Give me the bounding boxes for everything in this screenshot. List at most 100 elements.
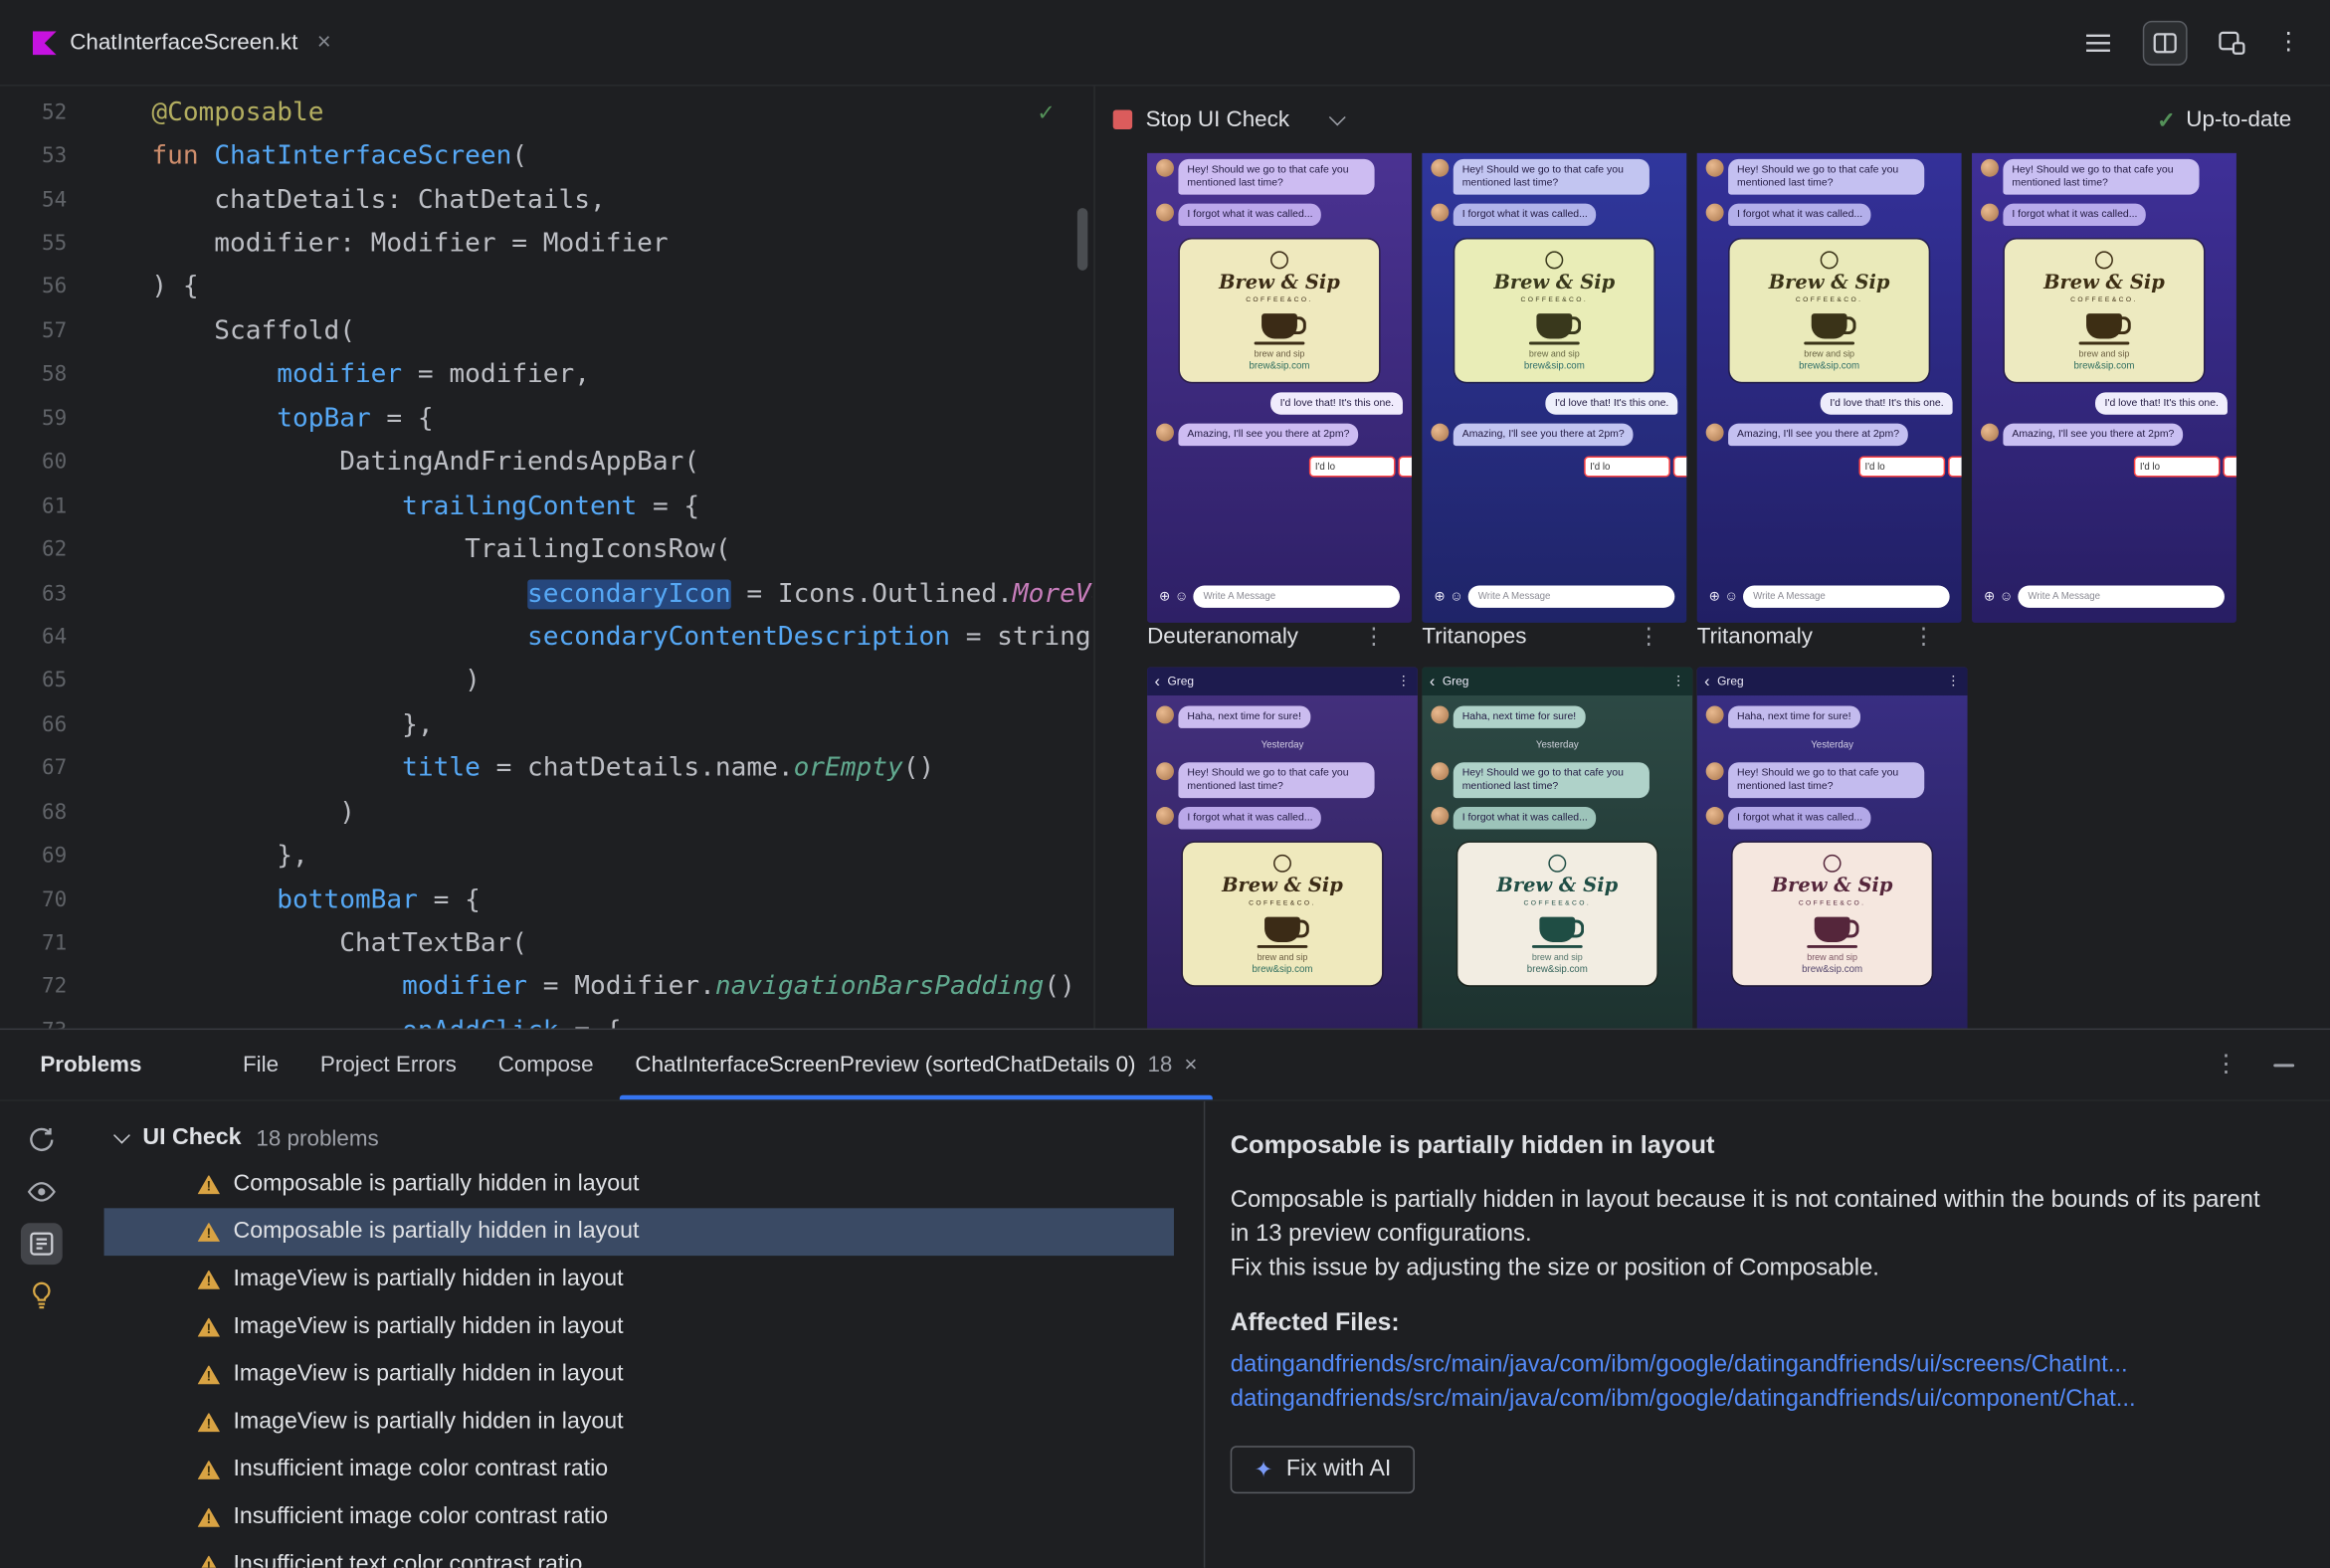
more-options-icon[interactable]: ⋮ [1638, 623, 1659, 649]
chat-bubble: I'd love that! It's this one. [1821, 392, 1953, 415]
tab-compose[interactable]: Compose [478, 1030, 615, 1099]
tree-header[interactable]: UI Check 18 problems [84, 1116, 1204, 1161]
tab-file[interactable]: File [222, 1030, 299, 1099]
brew-sip-card-image: Brew & Sip COFFEE&CO. brew and sip brew&sip… [1178, 237, 1381, 384]
emoji-icon: ☺ [1724, 588, 1739, 604]
code-token: = stringResource( [965, 622, 1092, 653]
back-icon: ‹ [1704, 672, 1710, 690]
line-number: 54 [42, 188, 68, 212]
editor-scrollbar[interactable] [1076, 208, 1088, 271]
code-text: secondaryIcon = Icons.Outlined.MoreVert [151, 578, 1092, 609]
tab-preview[interactable]: ChatInterfaceScreenPreview (sortedChatDe… [614, 1030, 1218, 1100]
chat-bubble: I forgot what it was called... [1453, 203, 1597, 227]
preview-phone[interactable]: ‹ Greg ⋮ Haha, next time for sure! Yesterday… [1147, 667, 1418, 1029]
problem-item[interactable]: ! Composable is partially hidden in layou… [103, 1208, 1174, 1257]
stop-icon [1112, 109, 1133, 129]
more-options-icon[interactable]: ⋮ [1363, 623, 1385, 649]
ui-check-toolbar: Stop UI Check ✓ Up-to-date [1095, 87, 2330, 153]
check-icon: ✓ [2157, 107, 2176, 133]
more-options-icon[interactable]: ⋮ [2214, 1052, 2237, 1077]
tab-project-errors[interactable]: Project Errors [299, 1030, 478, 1099]
problem-item[interactable]: ! Insufficient text color contrast ratio [104, 1541, 1174, 1568]
code-editor[interactable]: 52 @Composable 53 fun ChatInterfaceScreen(5… [0, 86, 1092, 1029]
code-token: trailingContent [402, 490, 638, 521]
day-separator: Yesterday [1535, 739, 1579, 751]
warning-icon: ! [197, 1317, 221, 1337]
split-editor-icon[interactable] [2142, 20, 2188, 65]
contact-name: Greg [1167, 675, 1195, 688]
lightbulb-icon [33, 1281, 51, 1309]
chat-bubble: Amazing, I'll see you there at 2pm? [1453, 423, 1634, 447]
refresh-button[interactable] [21, 1119, 63, 1161]
code-text: TrailingIconsRow( [151, 535, 731, 565]
warning-glyph: ! [206, 1510, 212, 1526]
affected-file-link[interactable]: datingandfriends/src/main/java/com/ibm/g… [1231, 1348, 2294, 1382]
problem-item[interactable]: ! ImageView is partially hidden in layout [104, 1398, 1174, 1446]
more-options-icon[interactable]: ⋮ [1912, 623, 1934, 649]
tab-close-icon[interactable]: × [1184, 1052, 1197, 1077]
line-number: 61 [42, 493, 68, 518]
problem-item[interactable]: ! ImageView is partially hidden in layout [104, 1256, 1174, 1303]
preview-phone[interactable]: Hey! Should we go to that cafe you menti… [1696, 152, 1962, 623]
card-caption: brew and sip [1804, 350, 1855, 360]
ui-check-highlight [1948, 456, 1962, 478]
android-studio-window: ChatInterfaceScreen.kt × ⋮ 52 @Composable… [0, 0, 2330, 1568]
code-token: ChatTextBar( [151, 928, 528, 959]
editor-tab[interactable]: ChatInterfaceScreen.kt × [0, 0, 352, 85]
avatar [1431, 705, 1450, 724]
problem-item[interactable]: ! Insufficient image color contrast ratio [104, 1446, 1174, 1493]
code-token: = { [637, 490, 700, 521]
line-number: 70 [42, 887, 68, 912]
fix-with-ai-button[interactable]: ✦ Fix with AI [1230, 1446, 1416, 1494]
preview-phone[interactable]: ‹ Greg ⋮ Haha, next time for sure! Yesterday… [1422, 667, 1693, 1029]
preview-phone[interactable]: Hey! Should we go to that cafe you menti… [1422, 152, 1687, 623]
preview-phone[interactable]: Hey! Should we go to that cafe you menti… [1147, 152, 1412, 623]
problems-tab-bar: Problems File Project Errors Compose Cha… [0, 1030, 2330, 1101]
problem-item[interactable]: ! ImageView is partially hidden in layout [104, 1351, 1174, 1399]
chat-bubble: Hey! Should we go to that cafe you menti… [1728, 158, 1925, 195]
tab-close-icon[interactable]: × [317, 29, 331, 56]
chat-bubble: I forgot what it was called... [1178, 807, 1322, 830]
problem-item[interactable]: ! Insufficient image color contrast ratio [104, 1493, 1174, 1541]
inspections-ok-icon[interactable]: ✓ [1039, 98, 1054, 128]
line-number: 59 [42, 406, 68, 431]
chevron-down-icon[interactable] [1328, 107, 1346, 125]
chat-bubble: I'd love that! It's this one. [2095, 392, 2228, 415]
code-line: 59 topBar = { [0, 397, 1092, 441]
file-structure-icon[interactable] [2077, 22, 2119, 64]
preview-config-row: Tritanopes ⋮ [1422, 623, 1659, 650]
preview-visibility-button[interactable] [21, 1171, 63, 1213]
chat-bubble: I'd love that! It's this one. [1545, 392, 1678, 415]
more-options-icon[interactable]: ⋮ [2276, 30, 2300, 55]
chat-bubble: I forgot what it was called... [1178, 203, 1322, 227]
code-token: fun [151, 141, 215, 171]
ui-check-highlight-row: I'd lo [1706, 456, 1962, 478]
card-title: Brew & Sip [1768, 272, 1890, 294]
stop-ui-check-button[interactable]: Stop UI Check [1112, 107, 1289, 132]
code-line: 68 ) [0, 791, 1092, 835]
preview-phone[interactable]: Hey! Should we go to that cafe you menti… [1972, 152, 2236, 623]
device-mirroring-icon[interactable] [2212, 22, 2253, 64]
hide-panel-icon[interactable] [2273, 1063, 2295, 1067]
chevron-down-icon[interactable] [113, 1126, 130, 1144]
coffee-cup-icon [1807, 916, 1859, 948]
coffee-cup-icon [1531, 916, 1585, 948]
preview-phone[interactable]: ‹ Greg ⋮ Haha, next time for sure! Yesterday… [1696, 667, 1968, 1029]
problem-item[interactable]: ! Composable is partially hidden in layou… [104, 1161, 1174, 1209]
chat-message: Hey! Should we go to that cafe you menti… [1156, 158, 1403, 195]
code-text: @Composable [151, 98, 323, 127]
problems-view-button[interactable] [20, 1223, 63, 1266]
code-token: modifier: Modifier = Modifier [151, 229, 669, 259]
card-url: brew&sip.com [1802, 964, 1863, 975]
code-token: ) { [151, 273, 199, 302]
problem-item[interactable]: ! ImageView is partially hidden in layout [104, 1303, 1174, 1351]
problems-title[interactable]: Problems [40, 1052, 141, 1077]
coffee-logo-icon [1273, 854, 1291, 873]
more-options-icon: ⋮ [1397, 673, 1411, 688]
chat-bubble: Hey! Should we go to that cafe you menti… [2003, 158, 2200, 195]
quick-fix-button[interactable] [21, 1275, 63, 1317]
code-token: () [1044, 972, 1075, 1003]
code-text: onAddClick = { [151, 1016, 621, 1028]
affected-file-link[interactable]: datingandfriends/src/main/java/com/ibm/g… [1231, 1382, 2294, 1416]
